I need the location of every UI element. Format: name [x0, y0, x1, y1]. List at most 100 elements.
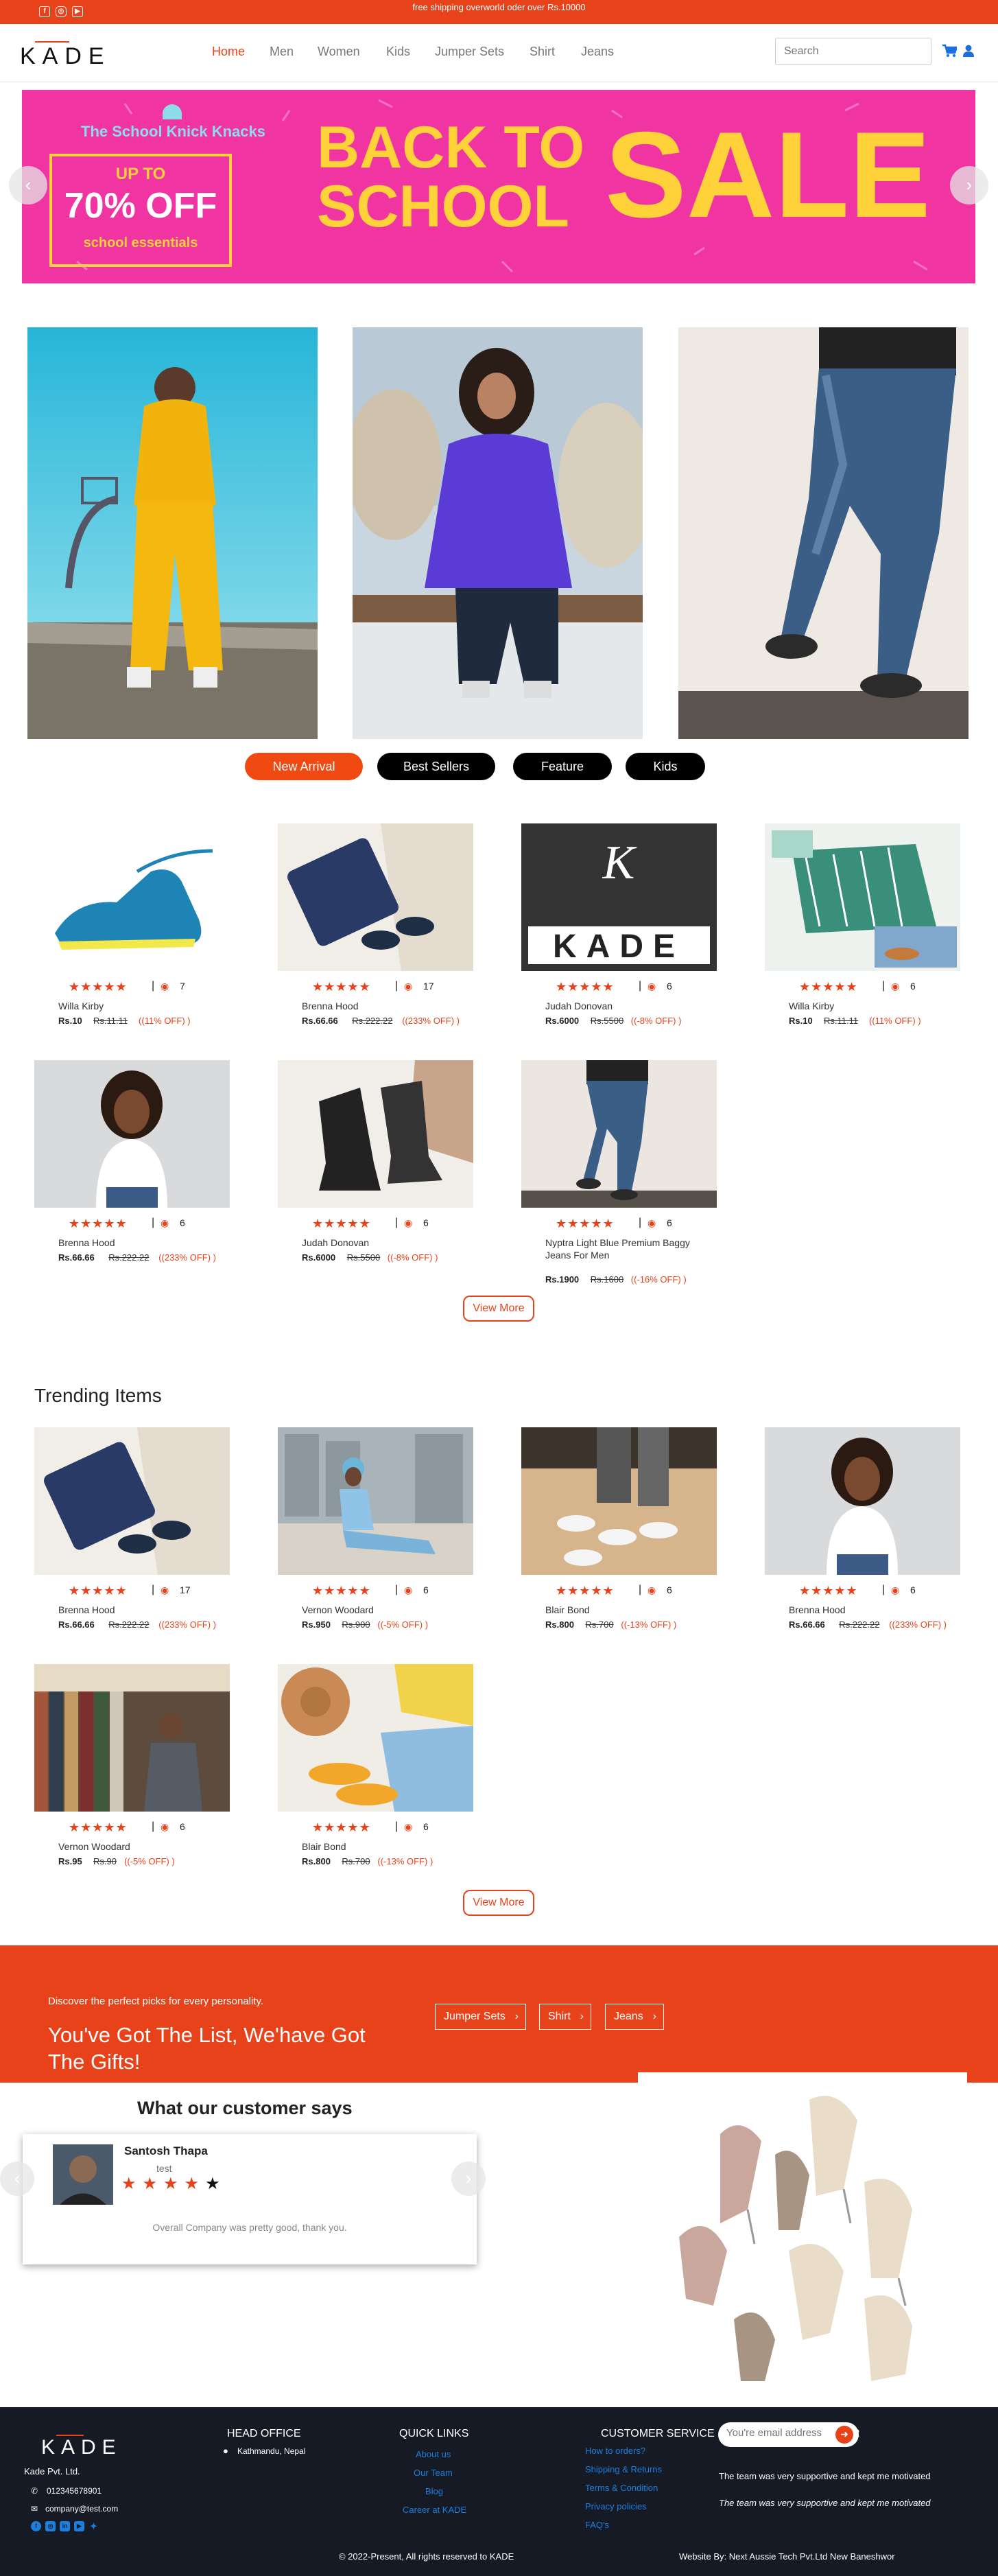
product-discount: ((-13% OFF) )	[377, 1856, 433, 1866]
footer-link-about[interactable]: About us	[416, 2449, 451, 2459]
new-arrival-product-card[interactable]: ★★★★★ | ◉ 17 Brenna Hood Rs.66.66 Rs.222.22 ((2…	[278, 823, 473, 1043]
hero-banner[interactable]: The School Knick Knacks UP TO 70% OFF sc…	[22, 90, 975, 283]
rating-stars: ★★★★★	[312, 1584, 371, 1597]
product-old-price: Rs.90	[93, 1856, 117, 1866]
nav-men[interactable]: Men	[270, 45, 294, 59]
product-image[interactable]	[278, 823, 473, 971]
logo[interactable]: KADE	[20, 39, 130, 70]
linkedin-icon[interactable]: in	[60, 2521, 70, 2531]
user-icon[interactable]	[963, 45, 974, 57]
footer-link-terms[interactable]: Terms & Condition	[585, 2483, 658, 2493]
product-image[interactable]	[521, 1427, 717, 1575]
footer-link-privacy[interactable]: Privacy policies	[585, 2501, 647, 2511]
product-name[interactable]: Vernon Woodard	[302, 1604, 460, 1616]
product-price: Rs.800	[545, 1619, 574, 1630]
banner-prev-button[interactable]: ‹	[9, 166, 47, 204]
rating-stars: ★★★★★	[312, 1217, 371, 1230]
product-discount: ((-13% OFF) )	[621, 1619, 677, 1630]
product-name[interactable]: Willa Kirby	[58, 1000, 216, 1012]
product-image[interactable]	[278, 1427, 473, 1575]
product-image[interactable]: K KADE	[521, 823, 717, 971]
tab-feature[interactable]: Feature	[513, 753, 612, 780]
product-name[interactable]: Judah Donovan	[545, 1000, 703, 1012]
product-name[interactable]: Nyptra Light Blue Premium Baggy Jeans Fo…	[545, 1237, 703, 1261]
product-name[interactable]: Brenna Hood	[58, 1604, 216, 1616]
trending-product-card[interactable]: ★★★★★ | ◉ 6 Blair Bond Rs.800 Rs.700 ((-13% OFF…	[278, 1664, 473, 1884]
facebook-icon[interactable]: f	[31, 2521, 41, 2531]
testimonial-prev-button[interactable]: ‹	[0, 2162, 34, 2196]
footer-link-how-to-order[interactable]: How to orders?	[585, 2446, 645, 2456]
product-name[interactable]: Blair Bond	[545, 1604, 703, 1616]
cart-icon[interactable]	[942, 44, 957, 58]
trending-product-card[interactable]: ★★★★★ | ◉ 6 Brenna Hood Rs.66.66 Rs.222.22 ((23…	[765, 1427, 960, 1647]
new-arrival-product-card[interactable]: ★★★★★ | ◉ 6 Judah Donovan Rs.6000 Rs.5500 ((-8%…	[278, 1060, 473, 1280]
footer-link-team[interactable]: Our Team	[414, 2468, 453, 2478]
footer-logo[interactable]: KADE	[41, 2435, 151, 2462]
promo-band: Discover the perfect picks for every per…	[0, 1945, 998, 2083]
banner-headline-2: SCHOOL	[317, 174, 569, 239]
new-arrival-product-card[interactable]: ★★★★★ | ◉ 7 Willa Kirby Rs.10 Rs.11.11 ((11% OF…	[34, 823, 230, 1043]
view-more-button[interactable]: View More	[463, 1296, 534, 1322]
nav-shirt[interactable]: Shirt	[530, 45, 555, 59]
promo-jumper-sets-button[interactable]: Jumper Sets ›	[435, 2004, 526, 2030]
product-name[interactable]: Brenna Hood	[302, 1000, 460, 1012]
product-name[interactable]: Brenna Hood	[58, 1237, 216, 1249]
twitter-icon[interactable]: ✦	[88, 2521, 99, 2531]
product-image[interactable]	[34, 1664, 230, 1812]
instagram-icon[interactable]: ◎	[45, 2521, 56, 2531]
new-arrival-product-card[interactable]: K KADE ★★★★★ | ◉ 6 Judah Donovan Rs.6000 Rs.5500…	[521, 823, 717, 1043]
product-name[interactable]: Judah Donovan	[302, 1237, 460, 1249]
trending-product-card[interactable]: ★★★★★ | ◉ 17 Brenna Hood Rs.66.66 Rs.222.22 ((2…	[34, 1427, 230, 1647]
newsletter-submit-button[interactable]: ➜	[835, 2426, 853, 2444]
view-count: 6	[423, 1217, 429, 1228]
footer-link-blog[interactable]: Blog	[425, 2486, 443, 2496]
search-input[interactable]	[775, 38, 931, 65]
product-name[interactable]: Blair Bond	[302, 1840, 460, 1853]
product-image[interactable]	[34, 1427, 230, 1575]
promo-jeans-button[interactable]: Jeans ›	[605, 2004, 664, 2030]
nav-jumper-sets[interactable]: Jumper Sets	[435, 45, 504, 59]
product-image[interactable]	[278, 1664, 473, 1812]
product-image[interactable]	[278, 1060, 473, 1208]
trending-product-card[interactable]: ★★★★★ | ◉ 6 Blair Bond Rs.800 Rs.700 ((-13% OFF…	[521, 1427, 717, 1647]
nav-jeans[interactable]: Jeans	[581, 45, 614, 59]
product-image[interactable]	[765, 823, 960, 971]
new-arrival-product-card[interactable]: ★★★★★ | ◉ 6 Nyptra Light Blue Premium Baggy …	[521, 1060, 717, 1285]
youtube-icon[interactable]: ▶	[74, 2521, 84, 2531]
featured-photo-jeans[interactable]	[678, 327, 969, 739]
featured-photo-purple-blazer[interactable]	[353, 327, 643, 739]
new-arrival-product-card[interactable]: ★★★★★ | ◉ 6 Willa Kirby Rs.10 Rs.11.11 ((11% OF…	[765, 823, 960, 1043]
trending-title: Trending Items	[34, 1385, 162, 1406]
product-image[interactable]	[34, 823, 230, 971]
footer-credit: Website By: Next Aussie Tech Pvt.Ltd New…	[679, 2551, 895, 2562]
product-image[interactable]	[765, 1427, 960, 1575]
nav-women[interactable]: Women	[318, 45, 360, 59]
product-old-price: Rs.11.11	[824, 1016, 859, 1026]
trending-view-more-button[interactable]: View More	[463, 1890, 534, 1916]
footer-link-faq[interactable]: FAQ's	[585, 2520, 609, 2530]
product-old-price: Rs.1600	[590, 1274, 624, 1285]
trending-product-card[interactable]: ★★★★★ | ◉ 6 Vernon Woodard Rs.950 Rs.900 ((-5% …	[278, 1427, 473, 1647]
product-name[interactable]: Vernon Woodard	[58, 1840, 216, 1853]
footer-link-shipping[interactable]: Shipping & Returns	[585, 2464, 662, 2474]
divider: |	[152, 1820, 155, 1832]
trending-product-card[interactable]: ★★★★★ | ◉ 6 Vernon Woodard Rs.95 Rs.90 ((-5% OF…	[34, 1664, 230, 1884]
testimonial-next-button[interactable]: ›	[451, 2162, 486, 2196]
product-image[interactable]	[521, 1060, 717, 1208]
promo-shirt-button[interactable]: Shirt ›	[539, 2004, 591, 2030]
view-count: 6	[423, 1584, 429, 1595]
newsletter-email-input[interactable]	[726, 2427, 829, 2439]
tab-best-sellers[interactable]: Best Sellers	[377, 753, 495, 780]
banner-next-button[interactable]: ›	[950, 166, 988, 204]
product-image[interactable]	[34, 1060, 230, 1208]
product-name[interactable]: Willa Kirby	[789, 1000, 947, 1012]
footer-link-career[interactable]: Career at KADE	[403, 2505, 466, 2515]
new-arrival-product-card[interactable]: ★★★★★ | ◉ 6 Brenna Hood Rs.66.66 Rs.222.22 ((23…	[34, 1060, 230, 1280]
product-name[interactable]: Brenna Hood	[789, 1604, 947, 1616]
featured-photo-yellow-outfit[interactable]	[27, 327, 318, 739]
product-old-price: Rs.700	[585, 1619, 614, 1630]
tab-new-arrival[interactable]: New Arrival	[245, 753, 363, 780]
tab-kids[interactable]: Kids	[626, 753, 705, 780]
nav-kids[interactable]: Kids	[386, 45, 410, 59]
nav-home[interactable]: Home	[212, 45, 245, 59]
